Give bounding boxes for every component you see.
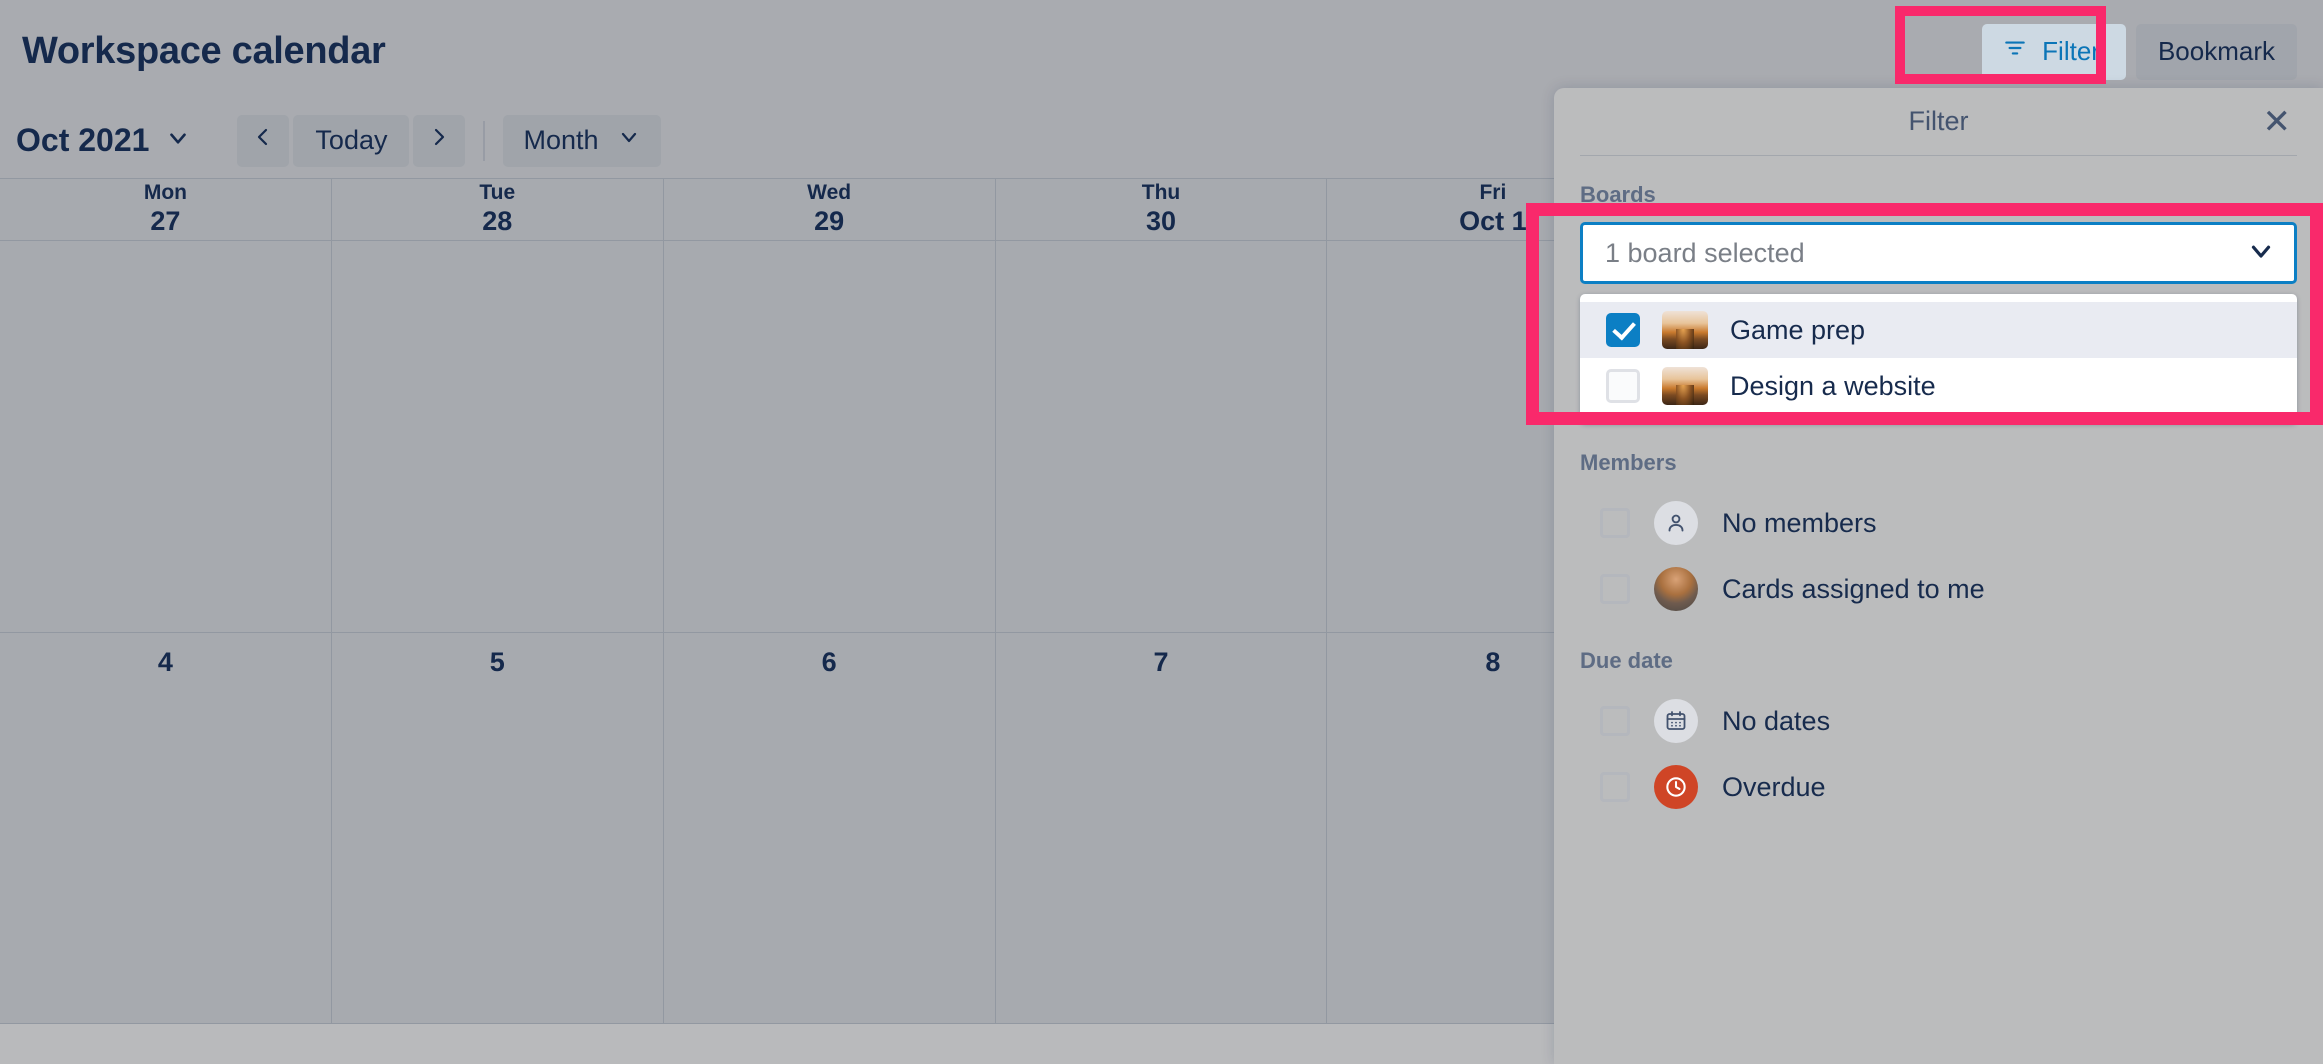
members-option-label: Cards assigned to me [1722, 574, 1985, 605]
calendar-day-header: Thu 30 [996, 179, 1328, 240]
board-option-label: Game prep [1730, 315, 1865, 346]
members-option-no-members[interactable]: No members [1580, 490, 2297, 556]
clock-icon [1654, 765, 1698, 809]
due-date-section-label: Due date [1580, 648, 2297, 674]
day-number-label: 7 [1153, 647, 1168, 678]
due-date-option-no-dates[interactable]: No dates [1580, 688, 2297, 754]
checkbox-unchecked-icon[interactable] [1600, 574, 1630, 604]
filter-button-label: Filter [2042, 36, 2100, 67]
members-option-assigned-to-me[interactable]: Cards assigned to me [1580, 556, 2297, 622]
boards-select-value: 1 board selected [1605, 238, 1805, 269]
calendar-day-cell[interactable]: 5 [332, 633, 664, 1024]
calendar-day-cell[interactable] [664, 241, 996, 632]
board-thumbnail [1662, 311, 1708, 349]
calendar-day-cell[interactable]: 4 [0, 633, 332, 1024]
day-of-week-label: Tue [479, 181, 515, 206]
chevron-down-icon [617, 125, 641, 156]
chevron-down-icon [2246, 236, 2276, 271]
view-mode-selector[interactable]: Month [503, 115, 660, 167]
boards-option-list: Game prep Design a website [1580, 294, 2297, 424]
calendar-day-header: Tue 28 [332, 179, 664, 240]
nav-group: Today [237, 115, 465, 167]
board-thumbnail [1662, 367, 1708, 405]
checkbox-checked-icon[interactable] [1606, 313, 1640, 347]
avatar [1654, 567, 1698, 611]
filter-panel: Filter ✕ Boards 1 board selected Game pr… [1554, 88, 2323, 1064]
calendar-day-header: Wed 29 [664, 179, 996, 240]
period-selector[interactable]: Oct 2021 [6, 116, 201, 165]
page-title: Workspace calendar [22, 30, 386, 73]
person-icon [1654, 501, 1698, 545]
checkbox-unchecked-icon[interactable] [1600, 706, 1630, 736]
today-button[interactable]: Today [293, 115, 409, 167]
day-number-label: 30 [1146, 206, 1176, 238]
day-number-label: 6 [822, 647, 837, 678]
close-icon[interactable]: ✕ [2257, 101, 2298, 143]
today-button-label: Today [315, 125, 387, 156]
day-number-label: Oct 1 [1459, 206, 1527, 238]
bookmark-button-label: Bookmark [2158, 36, 2275, 67]
filter-icon [2002, 35, 2028, 68]
boards-option-row[interactable]: Game prep [1580, 302, 2297, 358]
checkbox-unchecked-icon[interactable] [1600, 508, 1630, 538]
calendar-day-cell[interactable] [996, 241, 1328, 632]
calendar-day-cell[interactable] [0, 241, 332, 632]
boards-section-label: Boards [1580, 182, 2297, 208]
day-number-label: 28 [482, 206, 512, 238]
chevron-right-icon [427, 125, 451, 156]
next-period-button[interactable] [413, 115, 465, 167]
members-section-label: Members [1580, 450, 2297, 476]
boards-option-row[interactable] [1580, 414, 2297, 424]
board-option-label: Design a website [1730, 371, 1936, 402]
due-date-option-overdue[interactable]: Overdue [1580, 754, 2297, 820]
boards-option-row[interactable]: Design a website [1580, 358, 2297, 414]
filter-panel-body: Boards 1 board selected Game prep Design… [1554, 182, 2323, 820]
day-of-week-label: Wed [807, 181, 851, 206]
day-of-week-label: Fri [1479, 181, 1506, 206]
filter-button[interactable]: Filter [1982, 24, 2126, 80]
day-number-label: 4 [158, 647, 173, 678]
checkbox-unchecked-icon[interactable] [1600, 772, 1630, 802]
members-option-label: No members [1722, 508, 1877, 539]
checkbox-unchecked-icon[interactable] [1606, 369, 1640, 403]
filter-panel-title: Filter [1909, 106, 1969, 137]
chevron-down-icon [165, 122, 191, 159]
due-date-option-label: Overdue [1722, 772, 1826, 803]
calendar-day-cell[interactable]: 6 [664, 633, 996, 1024]
board-thumbnail [1662, 423, 1708, 424]
day-number-label: 29 [814, 206, 844, 238]
day-number-label: 8 [1485, 647, 1500, 678]
header-actions: Filter Bookmark [1982, 24, 2297, 80]
due-date-option-label: No dates [1722, 706, 1830, 737]
day-number-label: 27 [150, 206, 180, 238]
toolbar-divider [483, 121, 485, 161]
calendar-icon [1654, 699, 1698, 743]
day-of-week-label: Thu [1142, 181, 1180, 206]
day-number-label: 5 [490, 647, 505, 678]
period-label: Oct 2021 [16, 122, 149, 159]
filter-panel-header: Filter ✕ [1580, 88, 2297, 156]
calendar-day-header: Mon 27 [0, 179, 332, 240]
calendar-day-cell[interactable] [332, 241, 664, 632]
chevron-left-icon [251, 125, 275, 156]
view-mode-label: Month [523, 125, 598, 156]
day-of-week-label: Mon [144, 181, 187, 206]
bookmark-button[interactable]: Bookmark [2136, 24, 2297, 80]
boards-select[interactable]: 1 board selected [1580, 222, 2297, 284]
prev-period-button[interactable] [237, 115, 289, 167]
calendar-day-cell[interactable]: 7 [996, 633, 1328, 1024]
